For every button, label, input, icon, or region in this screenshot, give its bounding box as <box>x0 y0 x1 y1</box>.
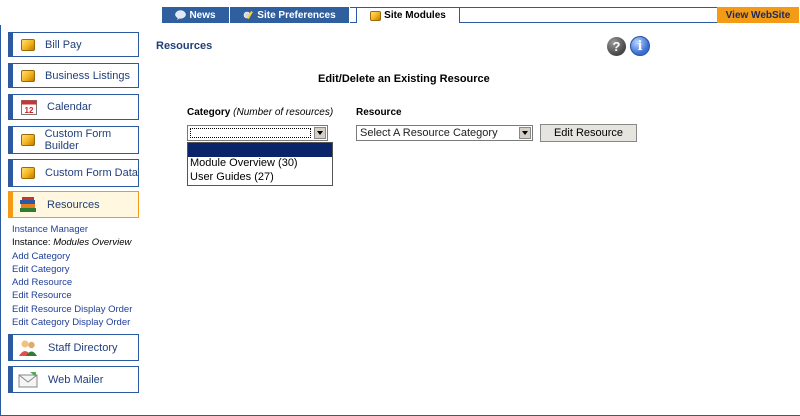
resources-submenu: Instance Manager Instance: Modules Overv… <box>12 223 152 329</box>
sidebar-item-label: Bill Pay <box>45 38 82 51</box>
tab-site-preferences-label: Site Preferences <box>257 9 336 21</box>
sidebar-item-custom-form-data[interactable]: Custom Form Data <box>8 159 139 187</box>
preferences-tools-icon <box>243 11 254 19</box>
edit-resource-button[interactable]: Edit Resource <box>540 124 637 142</box>
category-option[interactable] <box>188 143 332 157</box>
sidebar-item-calendar[interactable]: 12 Calendar <box>8 94 139 120</box>
module-cube-icon <box>21 167 35 179</box>
sidebar-item-web-mailer[interactable]: Web Mailer <box>8 366 139 393</box>
sidebar-item-staff-directory[interactable]: Staff Directory <box>8 334 139 361</box>
category-label: Category (Number of resources) <box>187 107 334 118</box>
current-instance: Instance: Modules Overview <box>12 237 132 249</box>
sidebar-item-business-listings[interactable]: Business Listings <box>8 63 139 88</box>
category-option[interactable]: User Guides (27) <box>188 171 332 185</box>
sidebar-item-label: Staff Directory <box>48 341 118 354</box>
info-icon[interactable]: i <box>630 36 650 56</box>
calendar-icon: 12 <box>21 100 37 115</box>
link-edit-category-display-order[interactable]: Edit Category Display Order <box>12 316 152 329</box>
people-icon <box>19 340 37 356</box>
tab-site-modules[interactable]: Site Modules <box>356 7 460 23</box>
resource-label: Resource <box>356 107 402 118</box>
help-icon[interactable]: ? <box>607 37 626 56</box>
sidebar-item-label: Calendar <box>47 101 92 113</box>
frame-left-border <box>0 25 1 416</box>
focus-ring <box>190 128 311 138</box>
books-stack-icon <box>20 196 36 212</box>
instance-name: Modules Overview <box>53 237 132 249</box>
top-nav-bar: News Site Preferences Site Modules View … <box>162 7 799 23</box>
link-add-category[interactable]: Add Category <box>12 250 152 263</box>
link-instance-manager[interactable]: Instance Manager <box>12 223 152 236</box>
sidebar-item-label: Custom Form Builder <box>44 128 112 152</box>
news-bubble-icon <box>175 10 187 20</box>
sidebar-item-label: Custom Form Data <box>45 167 138 179</box>
module-cube-icon <box>21 69 35 82</box>
envelope-icon <box>18 371 38 387</box>
chevron-down-icon[interactable] <box>519 127 531 139</box>
category-hint: (Number of resources) <box>233 107 334 118</box>
category-dropdown-list[interactable]: Module Overview (30) User Guides (27) <box>187 142 333 186</box>
view-website-button[interactable]: View WebSite <box>717 7 799 23</box>
tab-site-modules-label: Site Modules <box>384 10 446 21</box>
resource-select[interactable]: Select A Resource Category <box>356 125 533 141</box>
link-add-resource[interactable]: Add Resource <box>12 276 152 289</box>
page-title: Resources <box>156 40 213 52</box>
sidebar-item-label: Web Mailer <box>48 373 104 386</box>
sidebar-item-label: Resources <box>47 198 100 211</box>
tab-news[interactable]: News <box>162 7 230 23</box>
resource-select-value: Select A Resource Category <box>360 127 498 139</box>
svg-text:12: 12 <box>25 106 34 115</box>
link-edit-resource-display-order[interactable]: Edit Resource Display Order <box>12 303 152 316</box>
form-title: Edit/Delete an Existing Resource <box>318 73 490 85</box>
sidebar-item-label: Business Listings <box>45 69 130 82</box>
tab-site-preferences[interactable]: Site Preferences <box>230 7 350 23</box>
tab-news-label: News <box>189 9 216 21</box>
sidebar-item-bill-pay[interactable]: Bill Pay <box>8 32 139 57</box>
module-cube-icon <box>21 38 35 51</box>
sidebar-item-custom-form-builder[interactable]: Custom Form Builder <box>8 126 139 154</box>
module-cube-icon <box>20 134 35 146</box>
module-cube-icon <box>370 10 382 21</box>
sidebar-item-resources[interactable]: Resources <box>8 191 139 218</box>
link-edit-category[interactable]: Edit Category <box>12 263 152 276</box>
chevron-down-icon[interactable] <box>314 127 326 139</box>
link-edit-resource[interactable]: Edit Resource <box>12 289 152 302</box>
category-option[interactable]: Module Overview (30) <box>188 157 332 171</box>
category-select[interactable] <box>187 125 328 141</box>
